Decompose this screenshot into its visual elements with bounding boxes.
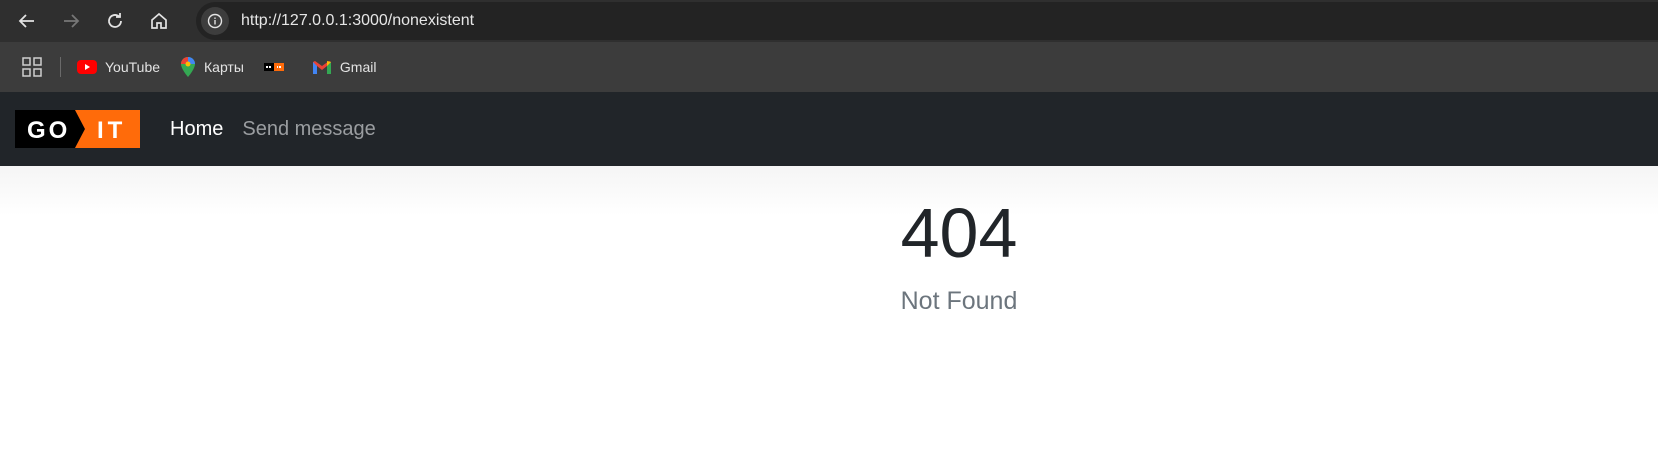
bookmark-gmail[interactable]: Gmail [312, 51, 385, 83]
site-info-button[interactable] [201, 7, 229, 35]
nav-link-send-message[interactable]: Send message [242, 118, 375, 141]
youtube-icon [77, 60, 97, 74]
back-icon [18, 14, 34, 28]
url-text[interactable]: http://127.0.0.1:3000/nonexistent [241, 12, 474, 30]
logo-it-text: IT [97, 117, 126, 144]
forward-button[interactable] [49, 0, 93, 42]
apps-grid-icon[interactable] [22, 57, 42, 77]
maps-icon [181, 57, 196, 77]
info-icon [207, 13, 223, 29]
logo-go-text: GO [27, 117, 70, 144]
bookmark-label: Карты [204, 59, 244, 75]
bookmark-label: Gmail [339, 59, 377, 75]
error-message: Not Found [900, 287, 1018, 315]
goit-logo[interactable]: GO IT [15, 110, 140, 148]
reload-icon [108, 13, 122, 28]
gmail-icon [312, 60, 331, 74]
error-code: 404 [900, 194, 1018, 272]
bookmarks-bar: YouTube Карты Gmail [0, 42, 1658, 92]
bookmarks-separator [60, 57, 61, 77]
bookmark-goit[interactable] [263, 51, 300, 83]
goit-icon [263, 63, 284, 71]
home-icon [151, 12, 167, 29]
site-navbar: GO IT Home Send message [0, 92, 1658, 166]
bookmark-label: YouTube [105, 59, 161, 75]
forward-icon [64, 14, 80, 28]
nav-link-home[interactable]: Home [170, 118, 223, 141]
back-button[interactable] [5, 0, 49, 42]
goit-logo-icon: GO IT [15, 110, 140, 148]
browser-toolbar: http://127.0.0.1:3000/nonexistent [0, 0, 1658, 42]
bookmark-maps[interactable]: Карты [180, 51, 252, 83]
address-bar[interactable]: http://127.0.0.1:3000/nonexistent [196, 2, 1658, 40]
reload-button[interactable] [93, 0, 137, 42]
bookmark-youtube[interactable]: YouTube [77, 51, 168, 83]
home-button[interactable] [137, 0, 181, 42]
